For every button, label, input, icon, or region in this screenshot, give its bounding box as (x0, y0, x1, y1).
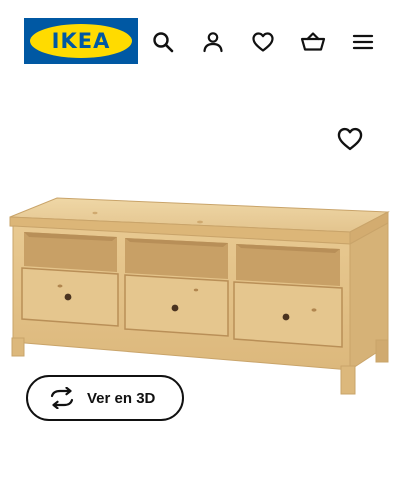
view-3d-button[interactable]: Ver en 3D (26, 375, 184, 421)
top-bar: IKEA (0, 0, 400, 70)
search-icon[interactable] (148, 27, 178, 57)
product-image (0, 180, 400, 400)
product-favorite-heart-icon[interactable] (336, 125, 364, 153)
ikea-logo[interactable]: IKEA (24, 18, 138, 64)
heart-icon[interactable] (248, 27, 278, 57)
user-icon[interactable] (198, 27, 228, 57)
rotate-icon (48, 386, 76, 410)
basket-icon[interactable] (298, 27, 328, 57)
logo-text: IKEA (51, 29, 111, 53)
menu-icon[interactable] (348, 27, 378, 57)
view-3d-label: Ver en 3D (87, 389, 156, 407)
